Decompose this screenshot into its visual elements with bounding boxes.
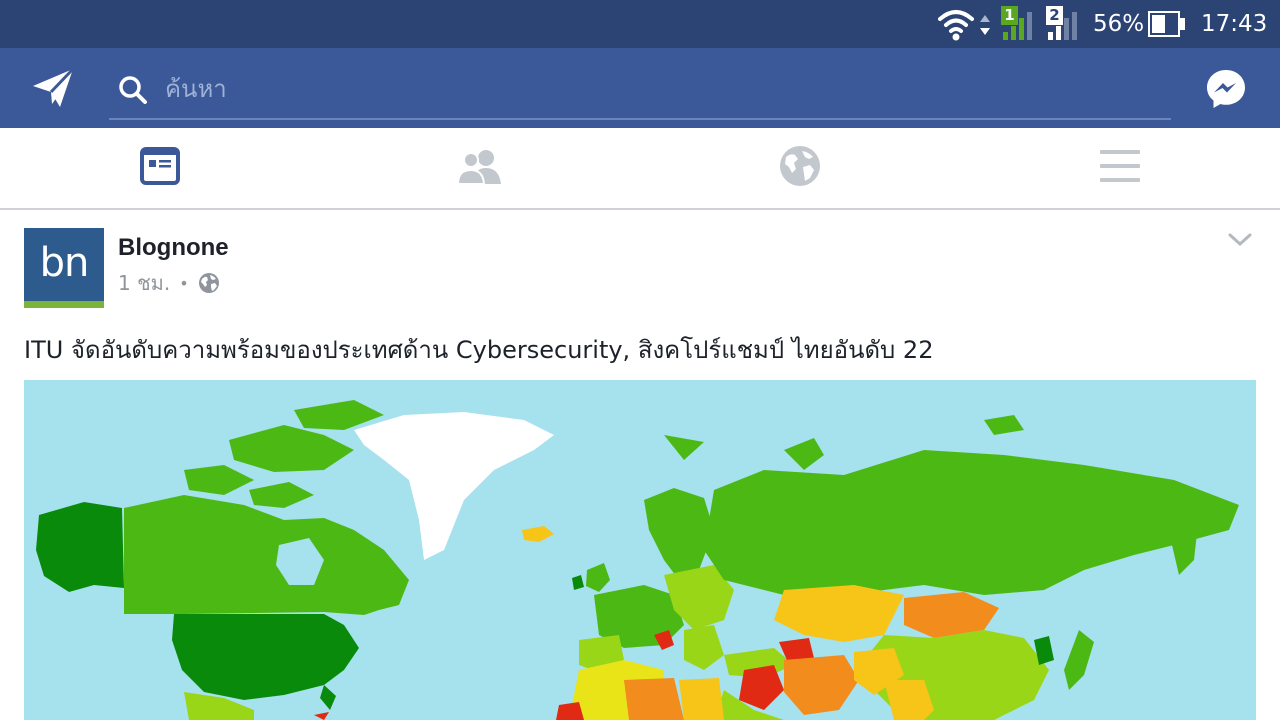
post-meta: 1 ชม. • [118,268,220,298]
status-bar: 1 2 56% 17:43 [0,0,1280,48]
tab-bar [0,128,1280,210]
battery-fill [1152,15,1165,33]
search-bar[interactable] [109,60,1171,120]
sim2-signal-icon: 2 [1046,0,1084,48]
search-input[interactable] [163,68,1147,110]
globe-icon [779,145,821,191]
page-avatar[interactable]: bn [24,228,104,308]
world-map-image [24,380,1256,720]
sim1-signal-icon: 1 [1001,0,1039,48]
search-icon [117,74,149,106]
tab-notifications[interactable] [640,128,960,208]
friends-icon [456,148,503,188]
tab-news-feed[interactable] [0,128,320,208]
battery-icon [1148,0,1186,48]
post-image[interactable] [24,380,1256,720]
app-bar [0,48,1280,128]
chevron-down-icon [1228,233,1252,247]
post-options-button[interactable] [1224,226,1256,254]
tab-friends[interactable] [320,128,640,208]
page-name[interactable]: Blognone [118,234,229,262]
meta-separator: • [179,273,189,293]
wifi-icon [936,0,976,48]
data-activity-icon [978,0,992,48]
paper-plane-icon[interactable] [30,66,76,110]
tab-menu[interactable] [960,128,1280,208]
avatar-text: bn [39,239,90,286]
clock: 17:43 [1201,11,1268,37]
news-feed-icon [140,147,180,189]
privacy-globe-icon [198,272,220,294]
hamburger-menu-icon [1100,149,1140,187]
news-feed: bn Blognone 1 ชม. • ITU จัดอันดับความพร้… [0,210,1280,720]
messenger-icon[interactable] [1205,68,1247,110]
post-text: ITU จัดอันดับความพร้อมของประเทศด้าน Cybe… [24,336,934,364]
battery-percent: 56% [1093,11,1145,37]
post-time[interactable]: 1 ชม. [118,267,170,299]
